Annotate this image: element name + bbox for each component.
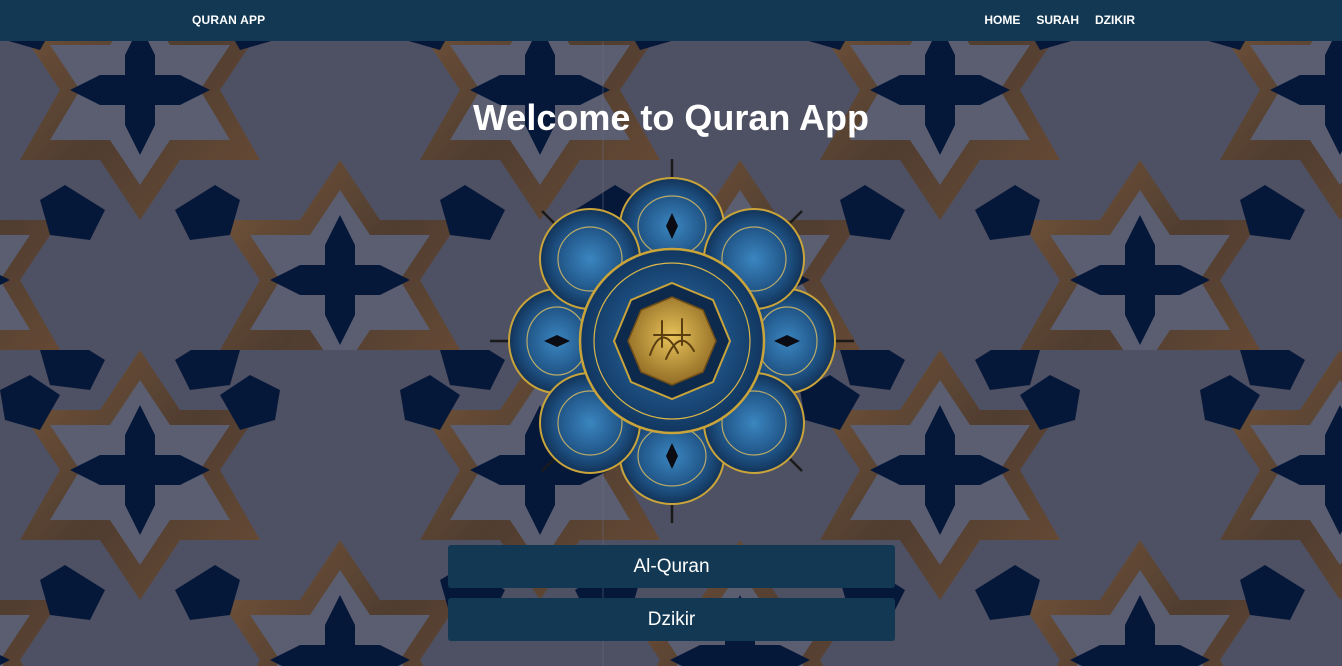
brand-logo-link[interactable]: QURAN APP	[192, 13, 265, 27]
al-quran-button[interactable]: Al-Quran	[448, 545, 895, 588]
dzikir-button[interactable]: Dzikir	[448, 598, 895, 641]
quran-emblem-icon	[490, 159, 854, 523]
nav-link-home[interactable]: HOME	[984, 13, 1020, 27]
nav-link-dzikir[interactable]: DZIKIR	[1095, 13, 1135, 27]
nav-link-surah[interactable]: SURAH	[1036, 13, 1079, 27]
nav-links: HOME SURAH DZIKIR	[984, 13, 1135, 27]
top-navbar: QURAN APP HOME SURAH DZIKIR	[0, 0, 1342, 41]
page-title: Welcome to Quran App	[472, 97, 870, 138]
